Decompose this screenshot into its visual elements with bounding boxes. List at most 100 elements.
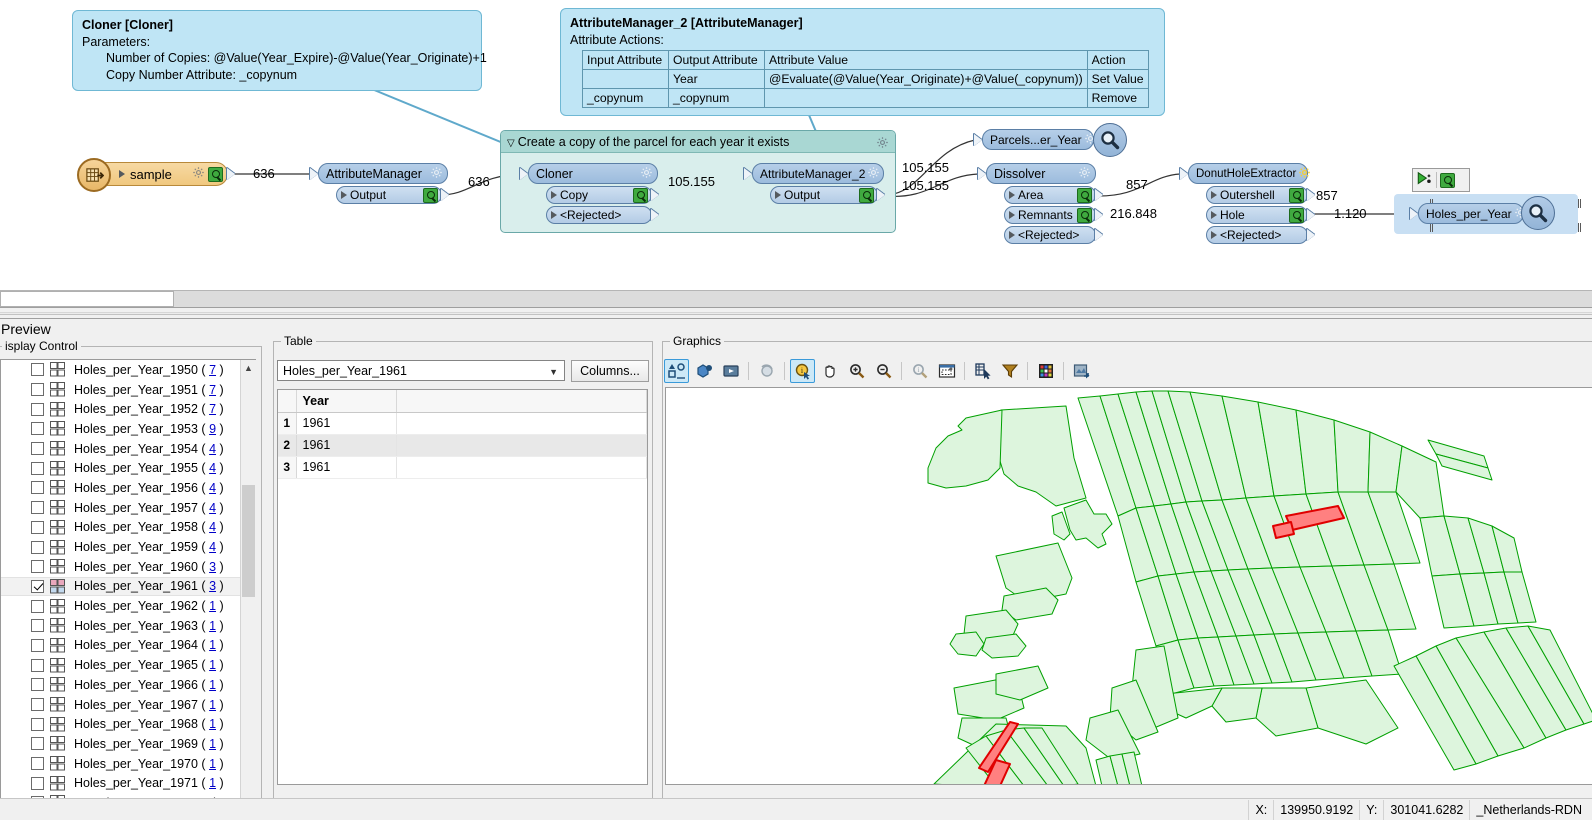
- list-item[interactable]: Holes_per_Year_1964 ( 1 ): [1, 636, 255, 656]
- layer-feature-count[interactable]: 1: [209, 717, 216, 731]
- port-output[interactable]: Output: [336, 186, 449, 204]
- layer-feature-count[interactable]: 4: [209, 442, 216, 456]
- port-outershell[interactable]: Outershell: [1206, 186, 1315, 204]
- zoom-to-selection-icon[interactable]: [934, 359, 959, 383]
- inspector-magnifier-icon[interactable]: [1077, 207, 1092, 223]
- scrollbar-thumb[interactable]: [242, 485, 255, 597]
- node-header[interactable]: Dissolver: [978, 163, 1096, 184]
- display-control-rows[interactable]: Holes_per_Year_1950 ( 7 ) Holes_per_Year_…: [1, 360, 255, 812]
- node-dissolver[interactable]: Dissolver Area Remnants <Rejected>: [978, 163, 1103, 244]
- list-item[interactable]: Holes_per_Year_1965 ( 1 ): [1, 655, 255, 675]
- list-item[interactable]: Holes_per_Year_1971 ( 1 ): [1, 773, 255, 793]
- selection-handle[interactable]: [1578, 223, 1581, 232]
- scroll-up-button[interactable]: ▲: [241, 360, 256, 376]
- list-item[interactable]: Holes_per_Year_1955 ( 4 ): [1, 458, 255, 478]
- layer-visibility-checkbox[interactable]: [31, 658, 44, 672]
- layer-visibility-checkbox[interactable]: [31, 737, 44, 751]
- workspace-canvas[interactable]: Cloner [Cloner] Parameters: Number of Co…: [0, 0, 1592, 290]
- list-item[interactable]: Holes_per_Year_1963 ( 1 ): [1, 616, 255, 636]
- layer-visibility-checkbox[interactable]: [31, 638, 44, 652]
- layer-visibility-checkbox[interactable]: [31, 402, 44, 416]
- table-row[interactable]: 2 1961: [278, 434, 647, 457]
- node-header[interactable]: Cloner: [520, 163, 658, 184]
- presentation-icon[interactable]: [718, 359, 743, 383]
- layer-feature-count[interactable]: 9: [209, 422, 216, 436]
- node-cloner[interactable]: Cloner Copy <Rejected>: [520, 163, 659, 224]
- inspector-magnifier-icon[interactable]: [633, 187, 648, 203]
- inspector-circle-holes[interactable]: [1521, 196, 1555, 230]
- layer-feature-count[interactable]: 7: [209, 402, 216, 416]
- columns-button[interactable]: Columns...: [571, 360, 649, 382]
- layer-visibility-checkbox[interactable]: [31, 678, 44, 692]
- layer-visibility-checkbox[interactable]: [31, 540, 44, 554]
- gear-icon[interactable]: [1296, 166, 1311, 182]
- list-item[interactable]: Holes_per_Year_1950 ( 7 ): [1, 360, 255, 380]
- layer-feature-count[interactable]: 1: [209, 776, 216, 790]
- canvas-horizontal-scrollbar[interactable]: [0, 290, 1592, 307]
- 3d-view-icon[interactable]: [691, 359, 716, 383]
- node-header[interactable]: DonutHoleExtractor: [1180, 163, 1311, 184]
- list-item[interactable]: Holes_per_Year_1961 ( 3 ): [1, 576, 255, 597]
- node-header[interactable]: Holes_per_Year: [1410, 203, 1526, 224]
- list-item[interactable]: Holes_per_Year_1953 ( 9 ): [1, 419, 255, 439]
- inspector-magnifier-icon[interactable]: [1289, 187, 1304, 203]
- inspector-magnifier-icon[interactable]: [208, 166, 223, 182]
- layer-feature-count[interactable]: 4: [209, 461, 216, 475]
- select-features-icon[interactable]: [664, 359, 689, 383]
- list-item[interactable]: Holes_per_Year_1960 ( 3 ): [1, 557, 255, 577]
- port-output[interactable]: Output: [770, 186, 885, 204]
- cell-year[interactable]: 1961: [296, 434, 397, 457]
- list-item[interactable]: Holes_per_Year_1951 ( 7 ): [1, 380, 255, 400]
- scrollbar-thumb[interactable]: [0, 291, 174, 307]
- node-attributemanager[interactable]: AttributeManager Output: [310, 163, 449, 204]
- node-header[interactable]: AttributeManager_2: [744, 163, 884, 184]
- cell-year[interactable]: 1961: [296, 456, 397, 479]
- node-parcels-per-year[interactable]: Parcels...er_Year: [974, 129, 1096, 150]
- layer-feature-count[interactable]: 1: [209, 619, 216, 633]
- layer-feature-count[interactable]: 1: [209, 599, 216, 613]
- layer-visibility-checkbox[interactable]: [31, 481, 44, 495]
- dataset-select[interactable]: Holes_per_Year_1961 ▼: [277, 360, 565, 381]
- inspector-magnifier-icon[interactable]: [1440, 172, 1455, 188]
- layer-feature-count[interactable]: 1: [209, 658, 216, 672]
- display-control-list[interactable]: Holes_per_Year_1950 ( 7 ) Holes_per_Year_…: [0, 359, 256, 813]
- layer-visibility-checkbox[interactable]: [31, 599, 44, 613]
- inspector-magnifier-icon[interactable]: [423, 187, 438, 203]
- layer-feature-count[interactable]: 4: [209, 501, 216, 515]
- color-palette-icon[interactable]: [1033, 359, 1058, 383]
- zoom-info-icon[interactable]: i: [907, 359, 932, 383]
- layer-feature-count[interactable]: 4: [209, 481, 216, 495]
- gear-icon[interactable]: [1076, 166, 1091, 182]
- list-item[interactable]: Holes_per_Year_1956 ( 4 ): [1, 478, 255, 498]
- selection-handle[interactable]: [1430, 223, 1433, 232]
- node-holes-per-year[interactable]: Holes_per_Year: [1410, 203, 1526, 224]
- export-graphics-icon[interactable]: [1069, 359, 1094, 383]
- selection-handle[interactable]: [1578, 199, 1581, 208]
- layer-feature-count[interactable]: 1: [209, 678, 216, 692]
- layer-feature-count[interactable]: 1: [209, 638, 216, 652]
- layer-feature-count[interactable]: 7: [209, 363, 216, 377]
- bookmark-header[interactable]: ▽ Create a copy of the parcel for each ye…: [501, 131, 895, 153]
- node-header[interactable]: Parcels...er_Year: [974, 129, 1096, 150]
- select-table-icon[interactable]: [970, 359, 995, 383]
- layer-visibility-checkbox[interactable]: [31, 757, 44, 771]
- port-rejected[interactable]: <Rejected>: [546, 206, 659, 224]
- reader-sample[interactable]: sample: [77, 158, 235, 192]
- layer-visibility-checkbox[interactable]: [31, 520, 44, 534]
- gear-icon[interactable]: [190, 166, 205, 182]
- list-item[interactable]: Holes_per_Year_1958 ( 4 ): [1, 518, 255, 538]
- node-donutholeextractor[interactable]: DonutHoleExtractor Outershell Hole <Reje…: [1180, 163, 1315, 244]
- graphics-map-canvas[interactable]: [665, 387, 1592, 785]
- port-copy[interactable]: Copy: [546, 186, 659, 204]
- collapse-triangle-icon[interactable]: ▽: [507, 138, 515, 149]
- filter-funnel-icon[interactable]: [997, 359, 1022, 383]
- list-item[interactable]: Holes_per_Year_1954 ( 4 ): [1, 439, 255, 459]
- column-header-year[interactable]: Year: [296, 390, 397, 413]
- layer-visibility-checkbox[interactable]: [31, 461, 44, 475]
- gear-icon[interactable]: [865, 166, 880, 182]
- layer-visibility-checkbox[interactable]: [31, 619, 44, 633]
- list-item[interactable]: Holes_per_Year_1962 ( 1 ): [1, 596, 255, 616]
- list-item[interactable]: Holes_per_Year_1957 ( 4 ): [1, 498, 255, 518]
- port-rejected[interactable]: <Rejected>: [1206, 226, 1315, 244]
- gear-icon[interactable]: [638, 166, 653, 182]
